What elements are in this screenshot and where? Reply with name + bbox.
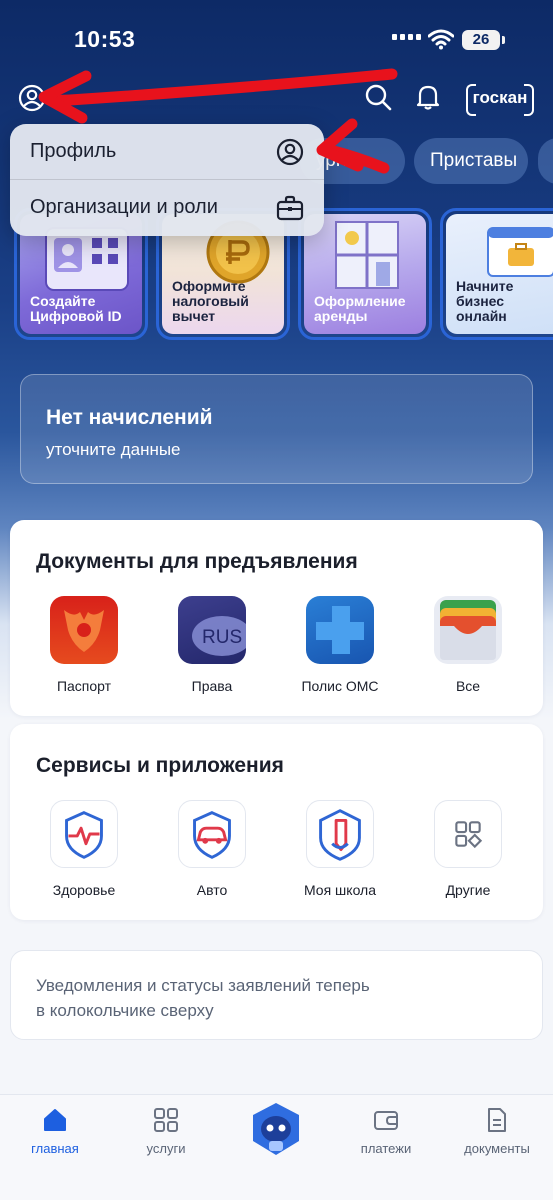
health-icon xyxy=(50,800,118,868)
menu-item-profile[interactable]: Профиль xyxy=(10,124,324,180)
bell-icon[interactable] xyxy=(415,83,441,111)
services-grid-icon xyxy=(154,1108,178,1132)
license-text: RUS xyxy=(202,627,242,648)
doc-label: Права xyxy=(191,678,233,694)
assistant-robot-icon[interactable] xyxy=(249,1101,303,1157)
doc-label: Полис ОМС xyxy=(301,678,379,694)
nav-label: главная xyxy=(31,1141,79,1156)
bottom-navigation: главная услуги платежи документы xyxy=(0,1094,553,1200)
wallet-icon xyxy=(434,596,502,664)
grid-icon xyxy=(434,800,502,868)
driver-license-icon: RUS xyxy=(178,596,246,664)
user-circle-icon xyxy=(276,138,304,166)
nav-services[interactable]: услуги xyxy=(116,1107,216,1167)
search-icon[interactable] xyxy=(364,83,392,111)
briefcase-browser-icon xyxy=(487,227,553,277)
svc-tile-school[interactable]: Моя школа xyxy=(285,800,395,910)
story-label: Создайте Цифровой ID xyxy=(30,293,122,324)
nav-label: услуги xyxy=(146,1141,186,1156)
chip-pristavy[interactable]: Приставы xyxy=(414,138,528,184)
notifications-notice-card[interactable]: Уведомления и статусы заявлений теперь в… xyxy=(10,950,543,1040)
svc-label: Моя школа xyxy=(303,882,377,898)
chip-offscreen[interactable] xyxy=(538,138,553,184)
school-icon xyxy=(306,800,374,868)
nav-documents[interactable]: документы xyxy=(447,1107,547,1167)
svc-label: Здоровье xyxy=(52,882,116,898)
car-icon xyxy=(178,800,246,868)
notice-text: Уведомления и статусы заявлений теперь в… xyxy=(36,976,370,1020)
profile-icon[interactable] xyxy=(18,84,46,112)
top-header: госкан xyxy=(0,78,553,118)
charges-subtitle: уточните данные xyxy=(46,440,181,459)
menu-item-label: Организации и роли xyxy=(30,196,218,218)
svc-tile-health[interactable]: Здоровье xyxy=(29,800,139,910)
doc-label: Паспорт xyxy=(56,678,112,694)
story-label: Оформление аренды xyxy=(314,293,406,324)
documents-card: Документы для предъявления Паспорт RUS П… xyxy=(10,520,543,716)
charges-card[interactable]: Нет начислений уточните данные xyxy=(20,374,533,484)
wifi-icon xyxy=(428,29,454,50)
window-icon xyxy=(335,221,399,289)
charges-title: Нет начислений xyxy=(46,406,213,429)
cellular-signal-icon xyxy=(392,34,421,40)
wallet-payments-icon xyxy=(374,1111,398,1130)
services-card: Сервисы и приложения Здоровье Авто Моя ш… xyxy=(10,724,543,920)
svc-label: Авто xyxy=(196,882,228,898)
doc-label: Все xyxy=(455,678,481,694)
svc-label: Другие xyxy=(445,882,491,898)
chip-label: Приставы xyxy=(430,150,518,171)
services-title: Сервисы и приложения xyxy=(36,754,284,777)
story-label: Начните бизнес онлайн xyxy=(456,278,514,324)
doc-tile-oms[interactable]: Полис ОМС xyxy=(285,596,395,706)
nav-label: документы xyxy=(464,1141,530,1156)
home-icon xyxy=(44,1109,66,1131)
app-screen: 10:53 26 госкан ургия Приставы Создайте … xyxy=(0,0,553,1200)
doc-tile-all[interactable]: Все xyxy=(413,596,523,706)
medical-policy-icon xyxy=(306,596,374,664)
status-bar: 10:53 26 xyxy=(0,0,553,80)
svc-tile-auto[interactable]: Авто xyxy=(157,800,267,910)
passport-icon xyxy=(50,596,118,664)
document-icon xyxy=(488,1108,506,1132)
status-time: 10:53 xyxy=(74,26,136,52)
goskan-button[interactable]: госкан xyxy=(466,82,534,116)
nav-home[interactable]: главная xyxy=(5,1107,105,1167)
menu-item-label: Профиль xyxy=(30,140,117,162)
nav-payments[interactable]: платежи xyxy=(336,1107,436,1167)
briefcase-icon xyxy=(276,195,304,221)
menu-item-organizations[interactable]: Организации и роли xyxy=(10,180,324,236)
doc-tile-passport[interactable]: Паспорт xyxy=(29,596,139,706)
profile-dropdown-menu: Профиль Организации и роли xyxy=(10,124,324,236)
doc-tile-license[interactable]: RUS Права xyxy=(157,596,267,706)
story-start-business[interactable]: Начните бизнес онлайн xyxy=(440,208,553,340)
story-label: Оформите налоговый вычет xyxy=(172,278,249,324)
documents-title: Документы для предъявления xyxy=(36,550,358,573)
nav-label: платежи xyxy=(360,1141,412,1156)
svc-tile-other[interactable]: Другие xyxy=(413,800,523,910)
battery-indicator: 26 xyxy=(462,30,505,50)
